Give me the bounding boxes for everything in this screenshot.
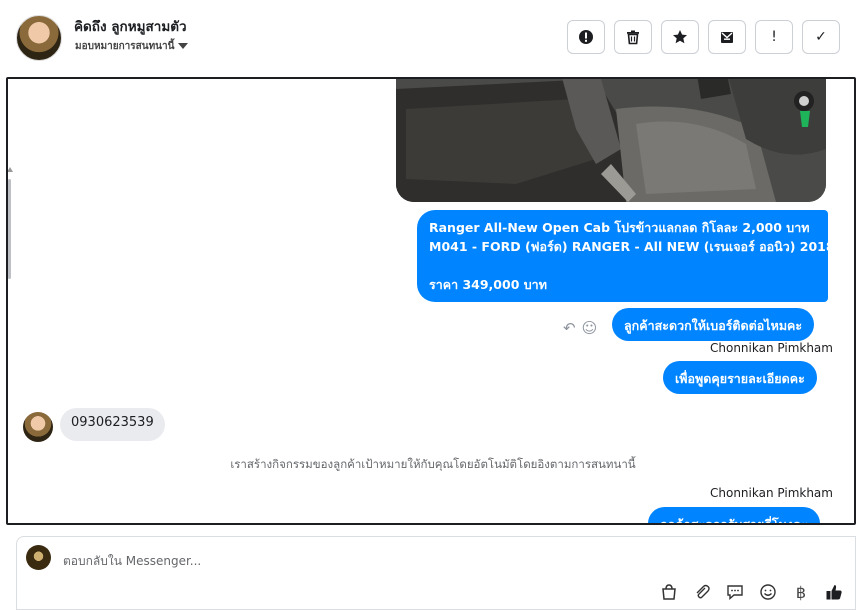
- outgoing-message[interactable]: ลูกค้าสะดวกให้เบอร์ติดต่อไหมคะ: [612, 308, 815, 341]
- react-emoji-icon[interactable]: ☺: [582, 319, 598, 337]
- star-button[interactable]: [661, 20, 699, 54]
- thumbs-up-icon: [826, 585, 842, 600]
- reply-input[interactable]: ตอบกลับใน Messenger...: [63, 552, 201, 571]
- message-text: ลูกค้าสะดวกให้เบอร์ติดต่อไหมคะ: [624, 318, 803, 333]
- saved-replies-button[interactable]: [724, 581, 746, 603]
- assign-label: มอบหมายการสนทนานี้: [75, 41, 175, 52]
- mark-done-button[interactable]: ✓: [802, 20, 840, 54]
- sender-name: Chonnikan Pimkham: [710, 341, 833, 355]
- contact-avatar[interactable]: [16, 15, 62, 61]
- saved-reply-icon: [727, 585, 743, 601]
- mark-unread-button[interactable]: [708, 20, 746, 54]
- message-text: ลูกค้าสะดวกรับสายกี่โมงคะ: [660, 517, 808, 525]
- reply-composer[interactable]: ตอบกลับใน Messenger... ฿: [16, 536, 856, 610]
- star-icon: [673, 30, 687, 44]
- bag-icon: [662, 584, 676, 600]
- outgoing-message[interactable]: ลูกค้าสะดวกรับสายกี่โมงคะ: [648, 507, 820, 525]
- sender-name: Chonnikan Pimkham: [710, 486, 833, 500]
- mail-icon: [721, 32, 733, 43]
- car-interior-photo[interactable]: [396, 79, 826, 202]
- bag-button[interactable]: [658, 581, 680, 603]
- listing-line-1: Ranger All-New Open Cab โปรข้าวแลกลด กิโ…: [429, 220, 810, 235]
- like-button[interactable]: [823, 581, 845, 603]
- page-avatar: [26, 545, 51, 570]
- message-text: เพื่อพูดคุยรายละเอียดคะ: [675, 371, 805, 386]
- baht-icon: ฿: [795, 582, 807, 602]
- reply-icon[interactable]: ↶: [563, 319, 576, 337]
- system-notice: เราสร้างกิจกรรมของลูกค้าเป้าหมายให้กับคุ…: [230, 457, 636, 471]
- caret-down-icon: [178, 43, 189, 49]
- message-text: 0930623539: [71, 415, 154, 430]
- mark-spam-button[interactable]: [567, 20, 605, 54]
- composer-toolbar: ฿: [658, 581, 845, 603]
- header-toolbar: ! ✓: [567, 20, 840, 54]
- emoji-icon: [760, 584, 776, 600]
- trash-icon: [627, 30, 639, 45]
- incoming-message[interactable]: 0930623539: [60, 408, 165, 441]
- scrollbar[interactable]: [8, 179, 11, 279]
- paperclip-icon: [696, 584, 710, 599]
- contact-name[interactable]: คิดถึง ลูกหมูสามตัว: [74, 15, 187, 37]
- outgoing-message[interactable]: เพื่อพูดคุยรายละเอียดคะ: [663, 361, 817, 394]
- scroll-up-arrow[interactable]: [8, 167, 13, 172]
- alert-icon: [579, 30, 593, 44]
- message-thread[interactable]: Ranger All-New Open Cab โปรข้าวแลกลด กิโ…: [6, 77, 856, 525]
- contact-avatar-small[interactable]: [23, 412, 53, 442]
- listing-price: ราคา 349,000 บาท: [429, 277, 547, 292]
- delete-button[interactable]: [614, 20, 652, 54]
- check-icon: ✓: [815, 29, 827, 45]
- payment-button[interactable]: ฿: [790, 581, 812, 603]
- exclamation-icon: !: [771, 29, 777, 45]
- attach-button[interactable]: [691, 581, 713, 603]
- emoji-button[interactable]: [757, 581, 779, 603]
- listing-line-2: M041 - FORD (ฟอร์ด) RANGER - All NEW (เร…: [429, 239, 835, 254]
- message-actions: ↶ ☺: [563, 319, 597, 337]
- assign-conversation-dropdown[interactable]: มอบหมายการสนทนานี้: [75, 39, 189, 54]
- conversation-header: คิดถึง ลูกหมูสามตัว มอบหมายการสนทนานี้ !…: [0, 0, 856, 76]
- listing-message-bubble[interactable]: Ranger All-New Open Cab โปรข้าวแลกลด กิโ…: [417, 210, 835, 302]
- follow-up-button[interactable]: !: [755, 20, 793, 54]
